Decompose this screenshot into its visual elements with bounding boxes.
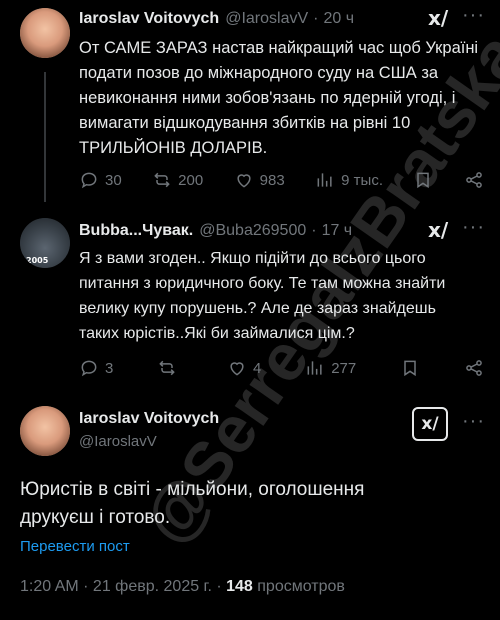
views-count: 277 — [331, 359, 357, 377]
share-button[interactable] — [464, 170, 484, 190]
post-time[interactable]: 20 ч — [323, 10, 354, 28]
bookmark-button[interactable] — [413, 170, 433, 190]
share-icon — [466, 360, 482, 376]
reply-count: 30 — [105, 171, 122, 189]
more-options-icon[interactable]: ··· — [462, 410, 485, 433]
like-count: 983 — [259, 171, 285, 189]
repost-count: 200 — [178, 171, 204, 189]
post-meta: 1:20 AM · 21 февр. 2025 г. · 148 просмот… — [20, 578, 345, 596]
thread-line — [44, 72, 46, 202]
grok-icon[interactable]: x/ — [412, 407, 448, 441]
repost-icon — [159, 360, 175, 376]
views-label: просмотров — [252, 578, 345, 595]
avatar-caption: 2005 — [26, 256, 49, 265]
views-icon — [307, 361, 322, 375]
bookmark-icon — [417, 172, 430, 189]
grok-icon[interactable]: x/ — [428, 6, 448, 30]
author-name[interactable]: Iaroslav Voitovych — [79, 410, 219, 428]
tweet-text: Я з вами згоден.. Якщо підійти до всього… — [79, 250, 446, 342]
views-button[interactable]: 9 тыс. — [315, 170, 383, 190]
author-handle[interactable]: @IaroslavV — [79, 433, 157, 450]
separator-dot: · — [311, 222, 317, 239]
reply-icon — [81, 360, 97, 377]
like-button[interactable]: 4 — [227, 358, 261, 378]
avatar[interactable] — [20, 406, 70, 456]
avatar[interactable] — [20, 8, 70, 58]
reply-icon — [81, 172, 97, 189]
author-handle[interactable]: @IaroslavV — [225, 10, 308, 28]
heart-icon — [237, 174, 251, 188]
repost-button[interactable]: 200 — [152, 170, 203, 190]
tweet-header: Bubba...Чувак. @Buba269500 · 17 ч — [79, 222, 352, 240]
tweet-text: От САМЕ ЗАРАЗ настав найкращий час щоб У… — [79, 39, 479, 157]
reply-count: 3 — [105, 359, 114, 377]
post-timestamp[interactable]: 1:20 AM · 21 февр. 2025 г. · — [20, 578, 226, 595]
tweet-actions: 30 200 983 9 тыс. — [79, 170, 484, 190]
avatar[interactable]: 2005 — [20, 218, 70, 268]
tweet-actions: 3 4 277 — [79, 358, 484, 378]
repost-button[interactable] — [157, 358, 183, 378]
tweet-header: Iaroslav Voitovych @IaroslavV · 20 ч — [79, 10, 354, 28]
separator-dot: · — [313, 10, 319, 27]
share-icon — [466, 172, 482, 188]
repost-icon — [154, 172, 170, 188]
reply-button[interactable]: 3 — [79, 358, 113, 378]
like-count: 4 — [253, 359, 262, 377]
more-options-icon[interactable]: ··· — [462, 4, 485, 27]
views-count: 9 тыс. — [341, 171, 383, 189]
author-handle[interactable]: @Buba269500 — [199, 222, 306, 240]
share-button[interactable] — [464, 358, 484, 378]
author-name[interactable]: Iaroslav Voitovych — [79, 10, 219, 28]
views-icon — [317, 173, 332, 187]
reply-button[interactable]: 30 — [79, 170, 122, 190]
like-button[interactable]: 983 — [234, 170, 285, 190]
post-text: Юристів в світі - мільйони, оголошення д… — [20, 479, 365, 528]
author-name[interactable]: Bubba...Чувак. — [79, 222, 193, 240]
bookmark-icon — [404, 360, 416, 377]
post-time[interactable]: 17 ч — [322, 222, 353, 240]
more-options-icon[interactable]: ··· — [462, 216, 485, 239]
views-button[interactable]: 277 — [305, 358, 356, 378]
views-number: 148 — [226, 578, 253, 595]
bookmark-button[interactable] — [400, 358, 420, 378]
translate-link[interactable]: Перевести пост — [20, 538, 130, 555]
grok-icon[interactable]: x/ — [428, 218, 448, 242]
heart-icon — [230, 362, 244, 376]
